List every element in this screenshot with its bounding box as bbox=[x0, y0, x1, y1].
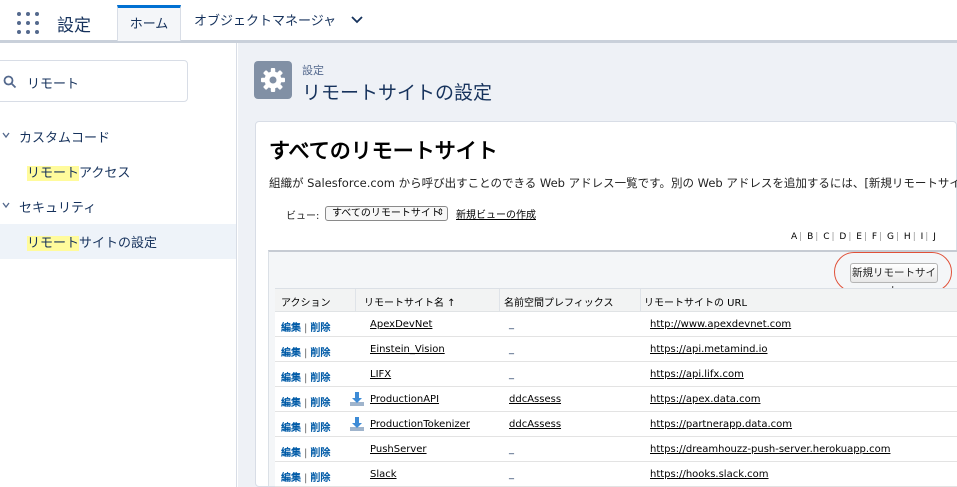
site-url-link[interactable]: http://www.apexdevnet.com bbox=[650, 319, 791, 330]
list-description: 組織が Salesforce.com から呼び出すことのできる Web アドレス… bbox=[269, 176, 957, 190]
gear-icon bbox=[254, 61, 292, 99]
alpha-filter-f[interactable]: F bbox=[872, 232, 877, 242]
edit-link[interactable]: 編集 bbox=[281, 348, 301, 359]
tree-item-security[interactable]: セキュリティ bbox=[0, 197, 236, 217]
main-content: 設定 リモートサイトの設定 すべてのリモートサイト 組織が Salesforce… bbox=[238, 43, 957, 487]
table-row: 編集 | 削除 Slack _ https://hooks.slack.com bbox=[275, 462, 957, 487]
site-name-link[interactable]: Einstein_Vision bbox=[370, 344, 445, 355]
alpha-filter-j[interactable]: J bbox=[933, 232, 936, 242]
tree-item-label: サイトの設定 bbox=[79, 236, 158, 251]
column-header-url[interactable]: リモートサイトの URL bbox=[644, 294, 747, 309]
delete-link[interactable]: 削除 bbox=[310, 473, 330, 484]
site-url-link[interactable]: https://apex.data.com bbox=[650, 394, 760, 405]
column-header-action: アクション bbox=[281, 298, 331, 309]
view-select[interactable]: すべてのリモートサイト ⇕ bbox=[325, 206, 448, 221]
site-name-link[interactable]: LIFX bbox=[370, 369, 391, 380]
edit-link[interactable]: 編集 bbox=[281, 423, 301, 434]
namespace-prefix: ddcAssess bbox=[509, 419, 562, 430]
delete-link[interactable]: 削除 bbox=[310, 373, 330, 384]
delete-link[interactable]: 削除 bbox=[310, 348, 330, 359]
setup-sidebar: リモート カスタムコード リモートアクセス セキュリティ リモートサイトの設定 bbox=[0, 43, 237, 487]
tree-item-custom-code[interactable]: カスタムコード bbox=[0, 127, 236, 147]
delete-link[interactable]: 削除 bbox=[310, 448, 330, 459]
create-new-view-link[interactable]: 新規ビューの作成 bbox=[456, 206, 536, 221]
table-row: 編集 | 削除 Einstein_Vision _ https://api.meta… bbox=[275, 337, 957, 362]
table-header: アクション リモートサイト名 ↑ 名前空間プレフィックス リモートサイトの UR… bbox=[275, 289, 957, 312]
edit-link[interactable]: 編集 bbox=[281, 448, 301, 459]
search-match-highlight: リモート bbox=[27, 236, 80, 251]
edit-link[interactable]: 編集 bbox=[281, 323, 301, 334]
tab-object-manager[interactable]: オブジェクトマネージャ bbox=[194, 5, 336, 41]
alpha-filter-a[interactable]: A bbox=[791, 232, 797, 242]
search-icon bbox=[3, 75, 17, 89]
tree-item-remote-access[interactable]: リモートアクセス bbox=[0, 162, 236, 182]
site-url-link[interactable]: https://api.lifx.com bbox=[650, 369, 744, 380]
table-row: 編集 | 削除 PushServer _ https://dreamhouzz-pu… bbox=[275, 437, 957, 462]
alpha-filter-d[interactable]: D bbox=[839, 232, 846, 242]
managed-package-download-icon bbox=[350, 417, 364, 431]
edit-link[interactable]: 編集 bbox=[281, 373, 301, 384]
site-name-link[interactable]: Slack bbox=[370, 469, 397, 480]
tab-home[interactable]: ホーム bbox=[117, 5, 181, 41]
column-header-prefix[interactable]: 名前空間プレフィックス bbox=[504, 294, 614, 309]
alpha-filter-c[interactable]: C bbox=[823, 232, 829, 242]
managed-package-download-icon bbox=[350, 392, 364, 406]
delete-link[interactable]: 削除 bbox=[310, 323, 330, 334]
list-view-frame: 新規リモートサイト アクション リモートサイト名 ↑ 名前空間プレフィックス リ… bbox=[268, 250, 957, 487]
tree-item-label: カスタムコード bbox=[19, 131, 111, 146]
namespace-prefix-empty: _ bbox=[509, 344, 514, 355]
select-arrows-icon: ⇕ bbox=[436, 208, 444, 218]
site-name-link[interactable]: ProductionAPI bbox=[370, 394, 439, 405]
table-row: 編集 | 削除 ProductionTokenizer ddcAssess http… bbox=[275, 412, 957, 437]
chevron-down-icon[interactable] bbox=[350, 15, 364, 25]
site-name-link[interactable]: ProductionTokenizer bbox=[370, 419, 470, 430]
column-header-name[interactable]: リモートサイト名 ↑ bbox=[364, 294, 456, 309]
app-title: 設定 bbox=[57, 16, 91, 36]
view-label: ビュー: bbox=[286, 211, 320, 222]
list-heading: すべてのリモートサイト bbox=[269, 139, 498, 163]
namespace-prefix: ddcAssess bbox=[509, 394, 562, 405]
chevron-down-icon bbox=[2, 132, 10, 139]
annotation-highlight-ring bbox=[834, 252, 952, 292]
alpha-filter-e[interactable]: E bbox=[856, 232, 862, 242]
table-row: 編集 | 削除 ApexDevNet _ http://www.apexdevnet… bbox=[275, 312, 957, 337]
table-row: 編集 | 削除 LIFX _ https://api.lifx.com bbox=[275, 362, 957, 387]
view-select-value: すべてのリモートサイト bbox=[332, 208, 441, 219]
site-url-link[interactable]: https://hooks.slack.com bbox=[650, 469, 769, 480]
global-header: 設定 ホーム オブジェクトマネージャ bbox=[0, 0, 957, 43]
alpha-filter-g[interactable]: G bbox=[887, 232, 894, 242]
edit-link[interactable]: 編集 bbox=[281, 473, 301, 484]
alpha-filter-h[interactable]: H bbox=[904, 232, 911, 242]
table-row: 編集 | 削除 ProductionAPI ddcAssess https://ap… bbox=[275, 387, 957, 412]
tree-item-label: アクセス bbox=[79, 166, 131, 181]
chevron-down-icon bbox=[2, 202, 10, 209]
namespace-prefix-empty: _ bbox=[509, 319, 514, 330]
alpha-filter-b[interactable]: B bbox=[807, 232, 813, 242]
delete-link[interactable]: 削除 bbox=[310, 398, 330, 409]
remote-sites-table: アクション リモートサイト名 ↑ 名前空間プレフィックス リモートサイトの UR… bbox=[275, 288, 957, 487]
site-url-link[interactable]: https://partnerapp.data.com bbox=[650, 419, 792, 430]
delete-link[interactable]: 削除 bbox=[310, 423, 330, 434]
alpha-filter: A | B | C | D | E | F | G | H | I | J bbox=[791, 232, 936, 242]
site-name-link[interactable]: ApexDevNet bbox=[370, 319, 432, 330]
tree-item-remote-site-settings[interactable]: リモートサイトの設定 bbox=[0, 232, 236, 252]
search-match-highlight: リモート bbox=[27, 166, 80, 181]
edit-link[interactable]: 編集 bbox=[281, 398, 301, 409]
site-url-link[interactable]: https://api.metamind.io bbox=[650, 344, 768, 355]
site-url-link[interactable]: https://dreamhouzz-push-server.herokuapp… bbox=[650, 444, 890, 455]
page-title: リモートサイトの設定 bbox=[302, 82, 493, 104]
app-launcher-icon[interactable] bbox=[17, 12, 39, 34]
alpha-filter-i[interactable]: I bbox=[921, 232, 924, 242]
breadcrumb: 設定 bbox=[302, 64, 324, 77]
remote-sites-card: すべてのリモートサイト 組織が Salesforce.com から呼び出すことの… bbox=[255, 121, 957, 487]
namespace-prefix-empty: _ bbox=[509, 444, 514, 455]
namespace-prefix-empty: _ bbox=[509, 369, 514, 380]
quick-find-input[interactable]: リモート bbox=[0, 60, 188, 102]
namespace-prefix-empty: _ bbox=[509, 469, 514, 480]
tree-item-label: セキュリティ bbox=[19, 201, 97, 216]
quick-find-value: リモート bbox=[27, 77, 80, 92]
site-name-link[interactable]: PushServer bbox=[370, 444, 427, 455]
